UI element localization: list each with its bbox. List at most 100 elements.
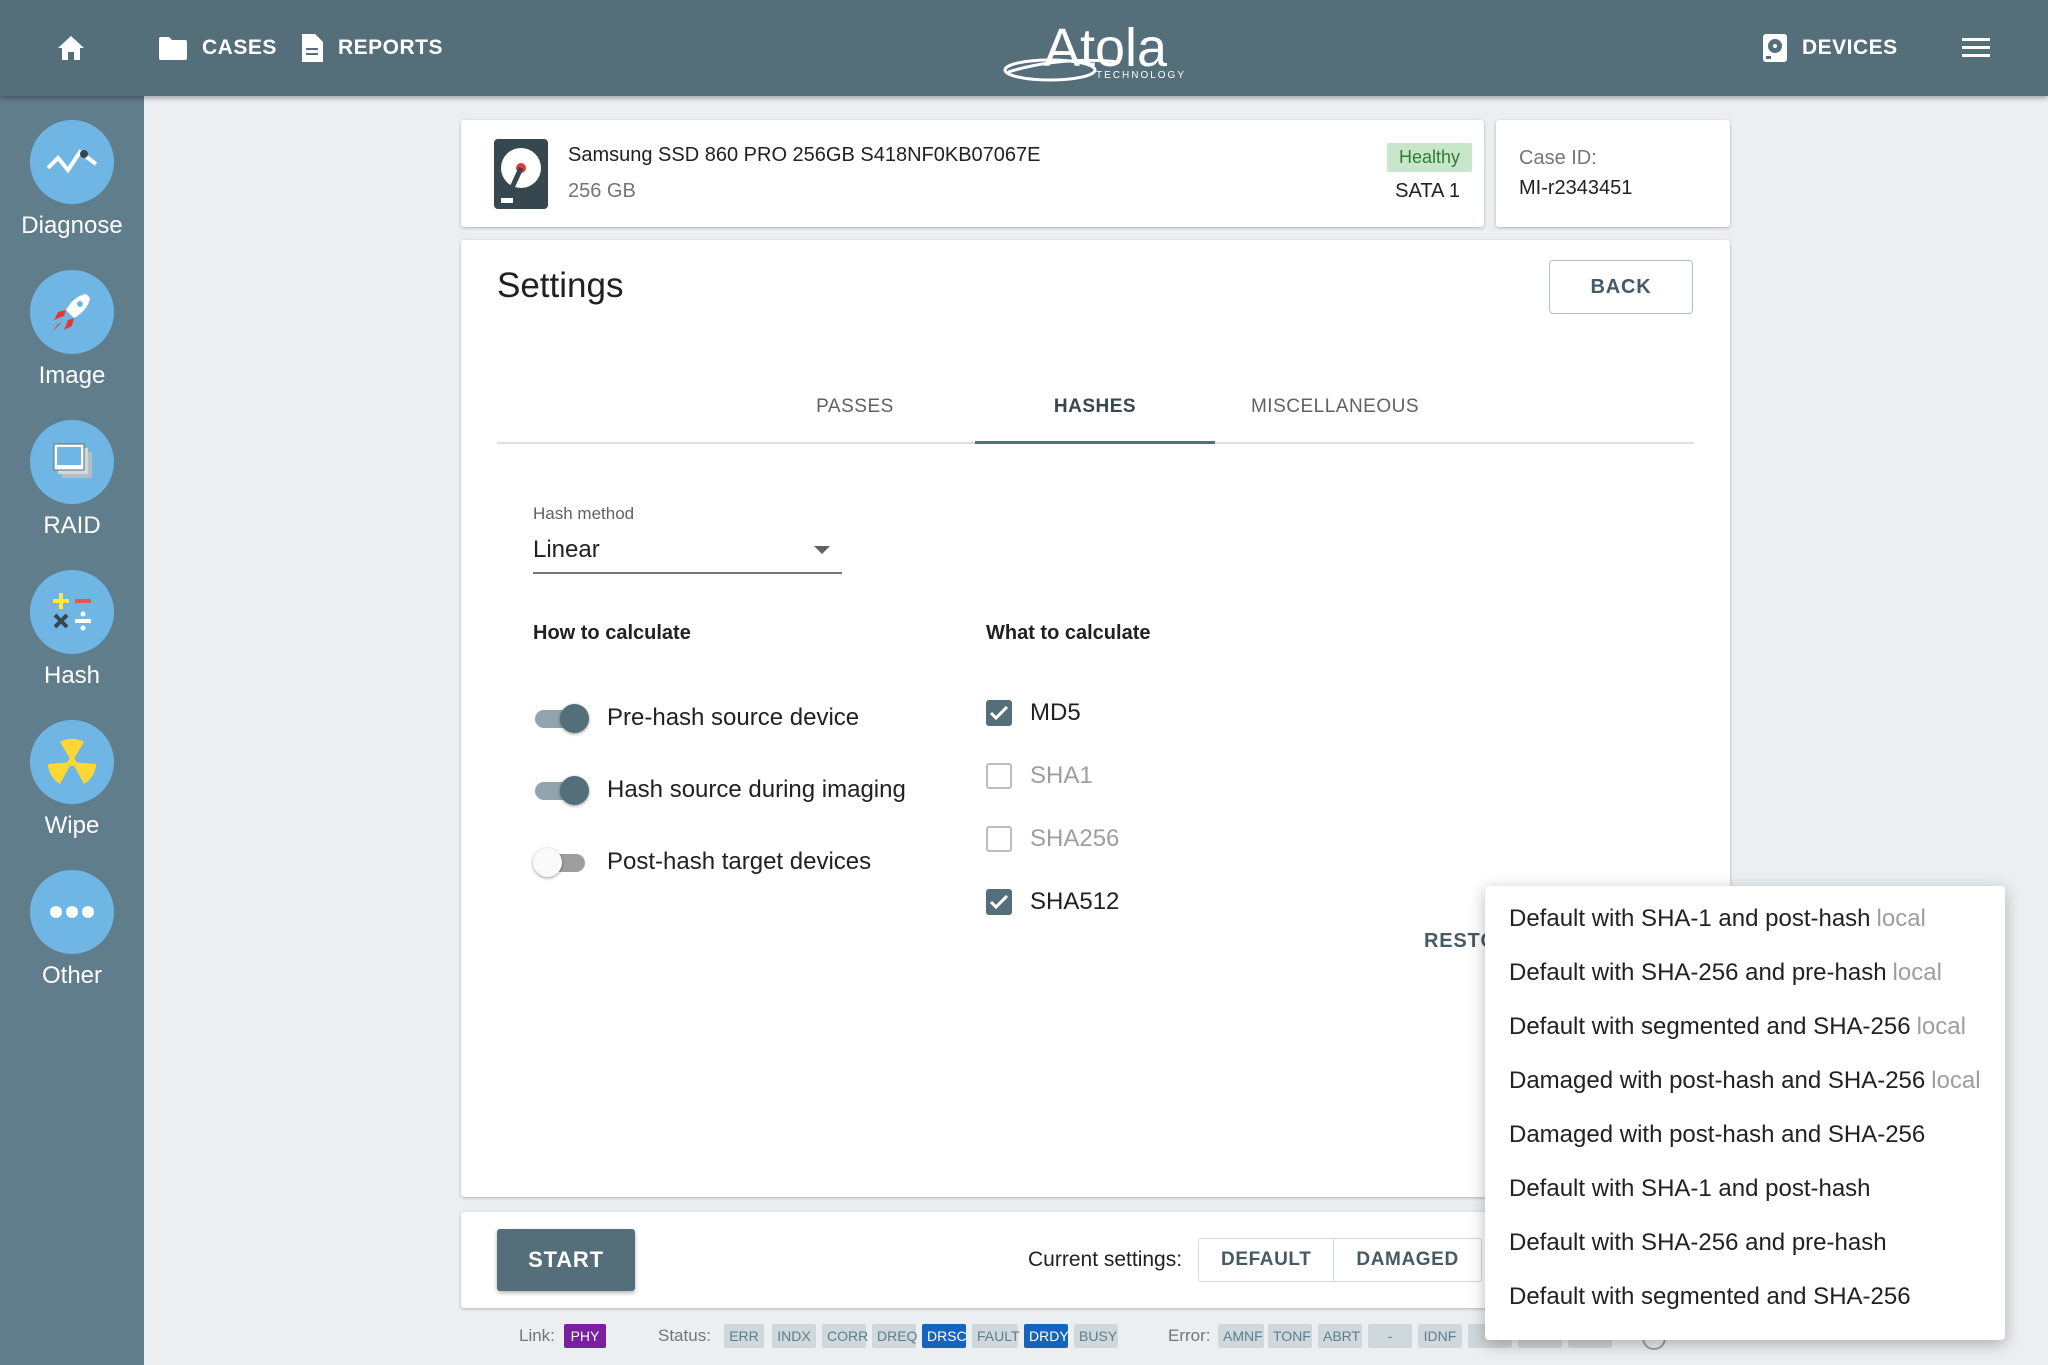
error-chip: IDNF: [1418, 1324, 1462, 1348]
menu-item-label: Default with SHA-256 and pre-hash: [1509, 1229, 1887, 1256]
chevron-down-icon: [814, 546, 830, 554]
error-chip: ABRT: [1318, 1324, 1362, 1348]
menu-item-label: Default with segmented and SHA-256: [1509, 1283, 1911, 1310]
checkbox[interactable]: [986, 763, 1012, 789]
preset-buttons: DEFAULT DAMAGED: [1198, 1238, 1482, 1282]
toggle-pre-hash-source[interactable]: Pre-hash source device: [533, 698, 859, 738]
logo-text: Atola: [1044, 18, 1168, 78]
checkbox-sha1[interactable]: SHA1: [986, 756, 1093, 796]
reports-nav[interactable]: REPORTS: [300, 0, 443, 96]
how-to-calculate-heading: How to calculate: [533, 622, 691, 644]
link-chip: PHY: [564, 1324, 606, 1348]
hash-method-value: Linear: [533, 536, 600, 563]
menu-item[interactable]: Default with SHA-256 and pre-hash local: [1485, 946, 2005, 1000]
hard-drive-icon: [493, 138, 549, 215]
menu-item-label: Default with segmented and SHA-256: [1509, 1013, 1911, 1040]
status-chip: BUSY: [1074, 1324, 1118, 1348]
home-button[interactable]: [56, 0, 100, 96]
menu-item[interactable]: Default with segmented and SHA-256: [1485, 1270, 2005, 1324]
toggle-switch[interactable]: [533, 775, 589, 805]
sidebar-item-other[interactable]: Other: [0, 870, 144, 990]
checkbox-label: MD5: [1030, 699, 1081, 726]
sidebar-item-wipe[interactable]: Wipe: [0, 720, 144, 840]
tab-hashes[interactable]: HASHES: [975, 370, 1215, 444]
toggle-post-hash-target[interactable]: Post-hash target devices: [533, 842, 871, 882]
status-chip: ERR: [724, 1324, 764, 1348]
devices-label: DEVICES: [1802, 36, 1898, 59]
checkbox[interactable]: [986, 889, 1012, 915]
device-card[interactable]: Samsung SSD 860 PRO 256GB S418NF0KB07067…: [461, 120, 1484, 227]
status-label: Status:: [658, 1326, 711, 1345]
tab-miscellaneous[interactable]: MISCELLANEOUS: [1215, 370, 1455, 444]
page-title: Settings: [497, 266, 624, 305]
hash-method-label: Hash method: [533, 504, 635, 523]
menu-item[interactable]: Damaged with post-hash and SHA-256 local: [1485, 1054, 2005, 1108]
sidebar-item-raid[interactable]: RAID: [0, 420, 144, 540]
menu-item[interactable]: Default with SHA-1 and post-hash: [1485, 1162, 2005, 1216]
checkbox[interactable]: [986, 826, 1012, 852]
device-port: SATA 1: [1395, 180, 1460, 202]
sidebar-item-label: Hash: [43, 662, 101, 689]
status-chip: FAULT: [972, 1324, 1020, 1348]
tab-passes[interactable]: PASSES: [735, 370, 975, 444]
menu-item-tag: local: [1916, 1013, 1966, 1040]
restore-settings-menu: Default with SHA-1 and post-hash local De…: [1485, 886, 2005, 1340]
status-chip-active: DRSC: [922, 1324, 967, 1348]
devices-nav[interactable]: DEVICES: [1762, 0, 1898, 96]
checkbox-sha256[interactable]: SHA256: [986, 819, 1119, 859]
toggle-label: Hash source during imaging: [607, 776, 906, 803]
dots-icon: [30, 870, 114, 954]
raid-icon: [30, 420, 114, 504]
error-chip: AMNF: [1218, 1324, 1264, 1348]
folder-icon: [159, 37, 187, 60]
logo-subtext: TECHNOLOGY: [1096, 70, 1186, 81]
sidebar-item-label: RAID: [43, 512, 101, 539]
checkbox-sha512[interactable]: SHA512: [986, 882, 1119, 922]
sidebar-item-diagnose[interactable]: Diagnose: [0, 120, 144, 240]
sidebar-item-label: Wipe: [44, 812, 100, 839]
toggle-hash-during-imaging[interactable]: Hash source during imaging: [533, 770, 906, 810]
sidebar-item-image[interactable]: Image: [0, 270, 144, 390]
menu-item-label: Damaged with post-hash and SHA-256: [1509, 1121, 1926, 1148]
menu-item-tag: local: [1892, 959, 1942, 986]
menu-item[interactable]: Default with SHA-1 and post-hash local: [1485, 892, 2005, 946]
sidebar-item-hash[interactable]: Hash: [0, 570, 144, 690]
error-chip: -: [1368, 1324, 1412, 1348]
case-id-value: MI-r2343451: [1519, 177, 1633, 199]
start-button[interactable]: START: [497, 1229, 635, 1291]
checkbox[interactable]: [986, 700, 1012, 726]
status-chip: CORR: [822, 1324, 868, 1348]
toggle-label: Pre-hash source device: [607, 704, 860, 731]
cases-nav[interactable]: CASES: [158, 0, 277, 96]
diagnose-icon: [30, 120, 114, 204]
settings-tabs: PASSES HASHES MISCELLANEOUS: [497, 370, 1694, 444]
menu-item[interactable]: Default with SHA-256 and pre-hash: [1485, 1216, 2005, 1270]
menu-item[interactable]: Damaged with post-hash and SHA-256: [1485, 1108, 2005, 1162]
reports-label: REPORTS: [338, 36, 444, 59]
case-card[interactable]: Case ID: MI-r2343451: [1496, 120, 1730, 227]
check-icon: [990, 895, 1008, 909]
link-label: Link:: [519, 1326, 555, 1345]
current-settings-label: Current settings:: [1028, 1248, 1183, 1271]
toggle-switch[interactable]: [533, 847, 589, 877]
menu-item-tag: local: [1931, 1067, 1981, 1094]
toggle-switch[interactable]: [533, 703, 589, 733]
checkbox-md5[interactable]: MD5: [986, 693, 1081, 733]
back-button[interactable]: BACK: [1549, 260, 1693, 314]
menu-button[interactable]: [1962, 0, 2004, 96]
preset-damaged-button[interactable]: DAMAGED: [1333, 1239, 1480, 1281]
error-chip: TONF: [1268, 1324, 1312, 1348]
menu-item-label: Default with SHA-256 and pre-hash: [1509, 959, 1887, 986]
hard-drive-icon: [1763, 34, 1787, 62]
menu-item-tag: local: [1876, 905, 1926, 932]
hash-method-select[interactable]: Linear: [533, 528, 842, 574]
checkbox-label: SHA512: [1030, 888, 1120, 915]
top-bar: CASES REPORTS Atola TECHNOLOGY DEVICES: [0, 0, 2048, 96]
status-chip: DREQ: [872, 1324, 917, 1348]
menu-item[interactable]: Default with segmented and SHA-256 local: [1485, 1000, 2005, 1054]
sidebar-item-label: Diagnose: [21, 212, 123, 239]
hash-icon: [30, 570, 114, 654]
health-badge: Healthy: [1386, 143, 1472, 172]
error-label: Error:: [1168, 1326, 1211, 1345]
preset-default-button[interactable]: DEFAULT: [1199, 1239, 1333, 1281]
